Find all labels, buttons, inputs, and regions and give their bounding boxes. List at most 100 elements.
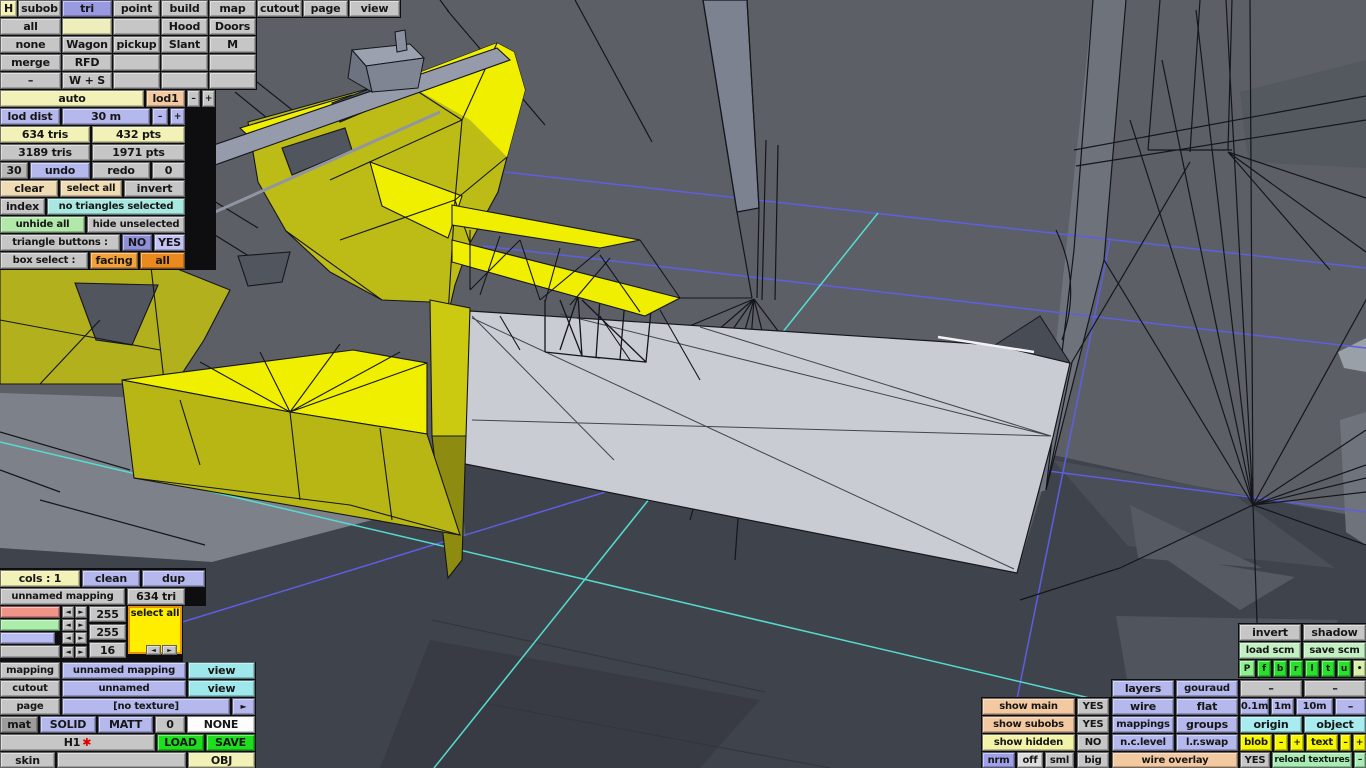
reload-textures-button[interactable]: reload textures xyxy=(1272,752,1352,768)
mapping-step-left[interactable]: ◄ xyxy=(146,645,161,655)
nrm-button[interactable]: nrm xyxy=(982,752,1015,768)
mapping-name-field[interactable]: unnamed mapping xyxy=(62,662,186,679)
view-f-button[interactable]: f xyxy=(1257,660,1271,677)
blob-plus-button[interactable]: + xyxy=(1290,734,1304,751)
nrm-big-button[interactable]: big xyxy=(1077,752,1109,768)
tab-subob[interactable]: subob xyxy=(18,0,61,17)
object-button[interactable]: object xyxy=(1304,716,1366,733)
load-scm-button[interactable]: load scm xyxy=(1239,642,1301,659)
show-main-toggle[interactable]: YES xyxy=(1077,698,1109,715)
grid-dash-button[interactable]: – xyxy=(1335,698,1366,715)
rfd-button[interactable]: RFD xyxy=(62,54,112,71)
cutout-name-field[interactable]: unnamed xyxy=(62,680,186,697)
cols-count-button[interactable]: cols : 1 xyxy=(0,570,80,587)
nrm-sml-button[interactable]: sml xyxy=(1045,752,1074,768)
mapping-name-button[interactable]: unnamed mapping xyxy=(0,588,125,605)
dash-button-1[interactable]: – xyxy=(1240,680,1302,697)
empty-slot[interactable] xyxy=(209,72,256,89)
mapping-view-button[interactable]: view xyxy=(188,662,255,679)
empty-slot[interactable] xyxy=(113,54,160,71)
subob-all-button[interactable]: all xyxy=(0,18,61,35)
lod1-button[interactable]: lod1 xyxy=(146,90,185,107)
h1-slot-button[interactable]: H1 ✱ xyxy=(0,734,155,751)
triangle-buttons-no[interactable]: NO xyxy=(122,234,152,251)
wire-overlay-toggle[interactable]: YES xyxy=(1240,752,1270,768)
grid-01m-button[interactable]: 0.1m xyxy=(1240,698,1269,715)
mat-matt-button[interactable]: MATT xyxy=(98,716,153,733)
page-texture-field[interactable]: [no texture] xyxy=(62,698,230,715)
show-subobs-toggle[interactable]: YES xyxy=(1077,716,1109,733)
green-value[interactable]: 255 xyxy=(89,624,126,640)
tab-point[interactable]: point xyxy=(113,0,160,17)
blue-swatch[interactable] xyxy=(0,632,55,644)
lod-dist-plus[interactable]: + xyxy=(170,108,185,125)
mappings-button[interactable]: mappings xyxy=(1112,716,1174,733)
show-hidden-toggle[interactable]: NO xyxy=(1077,734,1109,751)
subob-hood-button[interactable]: Hood xyxy=(161,18,208,35)
merge-button[interactable]: merge xyxy=(0,54,61,71)
subob-empty-slot[interactable] xyxy=(113,18,160,35)
mat-solid-button[interactable]: SOLID xyxy=(40,716,96,733)
clear-button[interactable]: clear xyxy=(0,180,58,197)
index-button[interactable]: index xyxy=(0,198,45,215)
gray-step-right[interactable]: ► xyxy=(75,646,87,658)
page-next-button[interactable]: ► xyxy=(232,698,255,715)
view-l-button[interactable]: l xyxy=(1305,660,1319,677)
save-scm-button[interactable]: save scm xyxy=(1303,642,1366,659)
triangle-buttons-yes[interactable]: YES xyxy=(154,234,185,251)
dup-button[interactable]: dup xyxy=(142,570,205,587)
select-all-button[interactable]: select all xyxy=(60,180,122,197)
auto-button[interactable]: auto xyxy=(0,90,144,107)
tab-tri-selected[interactable]: tri xyxy=(62,0,112,17)
blue-step-right[interactable]: ► xyxy=(75,632,87,644)
load-button[interactable]: LOAD xyxy=(157,734,204,751)
wire-button[interactable]: wire xyxy=(1112,698,1174,715)
lod-dist-value[interactable]: 30 m xyxy=(62,108,150,125)
gray-value[interactable]: 16 xyxy=(89,642,126,658)
empty-slot[interactable] xyxy=(209,54,256,71)
view-p-button[interactable]: P xyxy=(1239,660,1255,677)
undo-button[interactable]: undo xyxy=(30,162,90,179)
red-step-left[interactable]: ◄ xyxy=(62,606,74,618)
view-b-button[interactable]: b xyxy=(1273,660,1287,677)
clean-button[interactable]: clean xyxy=(82,570,140,587)
cutout-view-button[interactable]: view xyxy=(188,680,255,697)
subob-slant-button[interactable]: Slant xyxy=(161,36,208,53)
lod-plus-button[interactable]: + xyxy=(202,90,215,107)
box-select-all[interactable]: all xyxy=(140,252,185,269)
wire-overlay-button[interactable]: wire overlay xyxy=(1112,752,1238,768)
scm-invert-button[interactable]: invert xyxy=(1239,624,1301,641)
save-button[interactable]: SAVE xyxy=(206,734,255,751)
view-r-button[interactable]: r xyxy=(1289,660,1303,677)
layers-button[interactable]: layers xyxy=(1112,680,1174,697)
subob-doors-button[interactable]: Doors xyxy=(209,18,256,35)
dash-button-2[interactable]: – xyxy=(1304,680,1366,697)
text-plus-button[interactable]: + xyxy=(1353,734,1366,751)
subob-none-button[interactable]: none xyxy=(0,36,61,53)
lod-minus-button[interactable]: – xyxy=(187,90,200,107)
gouraud-button[interactable]: gouraud xyxy=(1176,680,1238,697)
tab-map[interactable]: map xyxy=(209,0,256,17)
view-dot-button[interactable]: • xyxy=(1353,660,1366,677)
flat-button[interactable]: flat xyxy=(1176,698,1238,715)
gray-step-left[interactable]: ◄ xyxy=(62,646,74,658)
green-swatch[interactable] xyxy=(0,619,60,631)
mat-none-button[interactable]: NONE xyxy=(187,716,255,733)
empty-slot[interactable] xyxy=(113,72,160,89)
subob-m-button[interactable]: M xyxy=(209,36,256,53)
grid-10m-button[interactable]: 10m xyxy=(1296,698,1333,715)
lr-swap-button[interactable]: l.r.swap xyxy=(1176,734,1238,751)
view-t-button[interactable]: t xyxy=(1321,660,1335,677)
gray-swatch[interactable] xyxy=(0,645,60,658)
subob-wagon-button[interactable]: Wagon xyxy=(62,36,112,53)
red-value[interactable]: 255 xyxy=(89,606,126,622)
red-swatch[interactable] xyxy=(0,606,60,618)
text-button[interactable]: text xyxy=(1306,734,1338,751)
blue-step-left[interactable]: ◄ xyxy=(62,632,74,644)
skin-name-field[interactable] xyxy=(57,752,186,768)
grid-1m-button[interactable]: 1m xyxy=(1271,698,1294,715)
mat-zero-button[interactable]: 0 xyxy=(155,716,185,733)
green-step-left[interactable]: ◄ xyxy=(62,619,74,631)
subob-pickup-button[interactable]: pickup xyxy=(113,36,160,53)
w-plus-s-button[interactable]: W + S xyxy=(62,72,112,89)
